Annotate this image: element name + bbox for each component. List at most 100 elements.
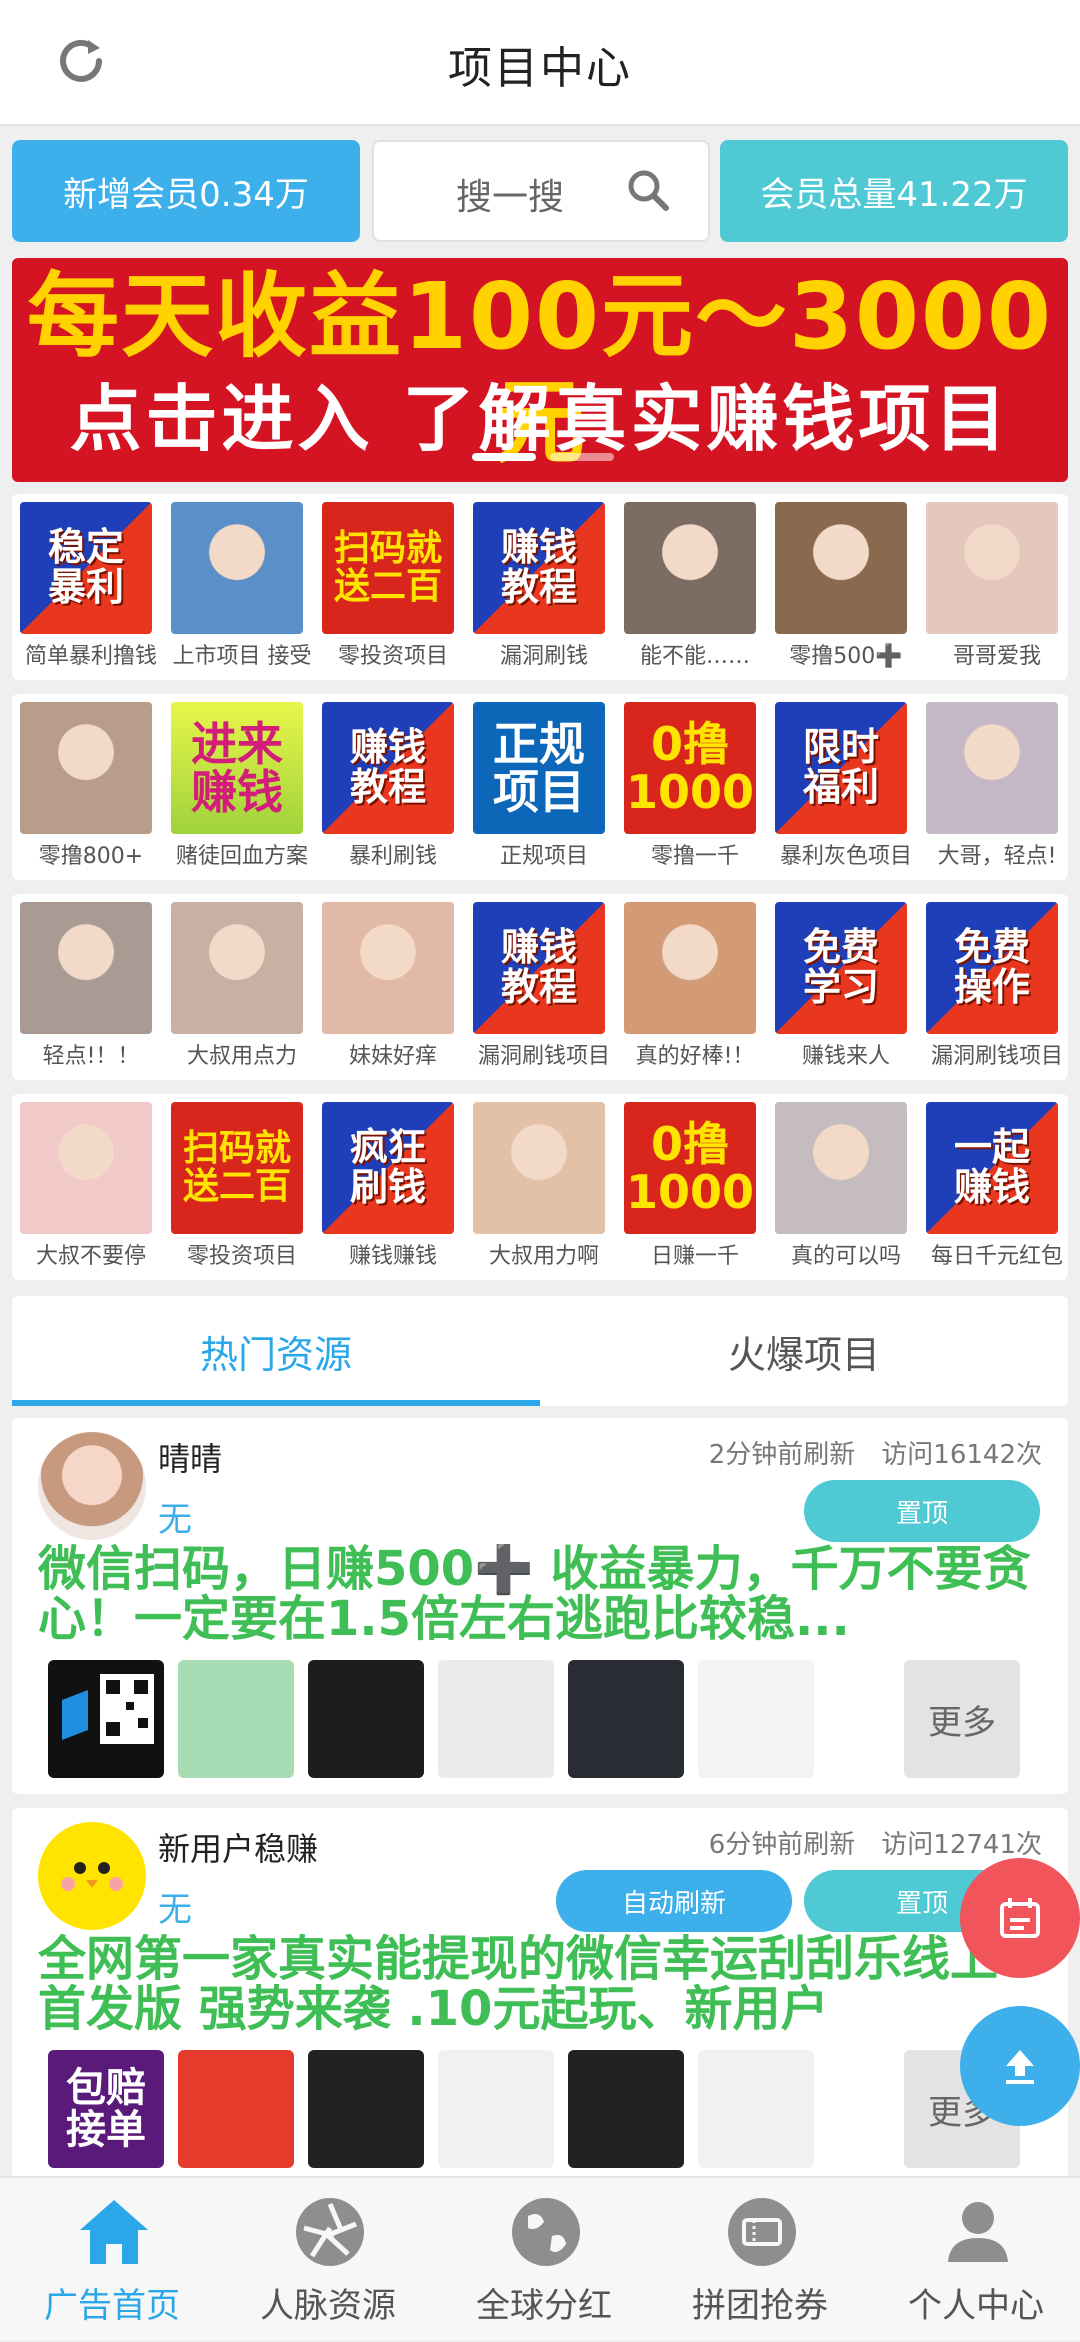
post-visits: 访问12741次 — [881, 1830, 1042, 1860]
grid-thumbnail — [926, 702, 1058, 834]
grid-label: 暴利刷钱 — [348, 844, 437, 869]
post-image[interactable] — [178, 1660, 294, 1778]
chick-icon — [61, 1862, 123, 1891]
tab-hot-projects[interactable]: 火爆项目 — [540, 1296, 1068, 1406]
ticket-icon — [728, 2198, 796, 2266]
grid-item[interactable]: 0撸 1000 零撸一千 — [624, 702, 760, 870]
grid-label: 大叔用力啊 — [488, 1244, 599, 1269]
grid-label: 上市项目 接受 — [172, 644, 312, 669]
grid-thumbnail — [171, 502, 303, 634]
post-subtitle: 无 — [158, 1500, 192, 1540]
upload-icon — [1006, 2050, 1034, 2084]
grid-item[interactable]: 赚钱 教程暴利刷钱 — [322, 702, 458, 870]
banner-dot — [550, 453, 614, 461]
grid-item[interactable]: 正规 项目 正规项目 — [473, 702, 609, 870]
avatar — [38, 1432, 146, 1540]
grid-row: 大叔不要停 扫码就 送二百 零投资项目 疯狂 刷钱 赚钱赚钱 大叔用力啊 0撸 1000 日赚… — [12, 1094, 1068, 1280]
grid-item[interactable]: 真的好棒!！ — [624, 902, 760, 1070]
post-card[interactable]: 新用户稳赚 无 6分钟前刷新 访问12741次 自动刷新 置顶 全网第一家真实能提… — [12, 1808, 1068, 2178]
post-image-text[interactable]: 包赔 接单 — [48, 2050, 164, 2168]
grid-item[interactable]: 疯狂 刷钱赚钱赚钱 — [322, 1102, 458, 1270]
nav-group-coupons[interactable]: 拼团抢券 — [652, 2178, 868, 2342]
post-image[interactable] — [438, 1660, 554, 1778]
grid-item[interactable]: 哥哥爱我 — [926, 502, 1062, 670]
grid-item[interactable]: 扫码就 送二百零投资项目 — [322, 502, 458, 670]
grid-item[interactable]: 稳定 暴利 简单暴利撸钱 — [20, 502, 157, 670]
home-icon — [80, 2200, 148, 2264]
grid-label: 赚钱赚钱 — [348, 1244, 437, 1269]
grid-item[interactable]: 赚钱 教程 漏洞刷钱 — [473, 502, 609, 670]
calendar-icon — [1000, 1898, 1040, 1938]
grid-item[interactable]: 大叔用点力 — [171, 902, 307, 1070]
bottom-nav: 广告首页 人脉资源 全球分红 拼团抢券 个人中心 — [0, 2176, 1080, 2340]
grid-thumbnail — [20, 1102, 152, 1234]
grid-item[interactable]: 大哥，轻点! — [926, 702, 1062, 870]
grid-thumbnail — [473, 1102, 605, 1234]
grid-item[interactable]: 轻点!！！ — [20, 902, 156, 1070]
grid-thumbnail — [322, 902, 454, 1034]
grid-item[interactable]: 0撸 1000 日赚一千 — [624, 1102, 760, 1270]
post-image[interactable] — [438, 2050, 554, 2168]
tab-hot-resources[interactable]: 热门资源 — [12, 1296, 540, 1406]
user-icon — [948, 2202, 1008, 2262]
scroll-top-fab[interactable] — [960, 2006, 1080, 2126]
grid-thumbnail: 赚钱 教程 — [322, 702, 454, 834]
total-members-button[interactable]: 会员总量41.22万 — [720, 140, 1068, 242]
grid-item[interactable]: 一起 赚钱 每日千元红包 — [926, 1102, 1063, 1270]
grid-thumbnail: 扫码就 送二百 — [322, 502, 454, 634]
grid-item[interactable]: 能不能…… — [624, 502, 760, 670]
qr-code-icon — [62, 1674, 154, 1744]
auto-refresh-button[interactable]: 自动刷新 — [556, 1870, 792, 1932]
grid-label: 零投资项目 — [337, 644, 448, 669]
grid-item[interactable]: 免费 操作漏洞刷钱项目 — [926, 902, 1063, 1070]
grid-label: 大叔用点力 — [186, 1044, 297, 1069]
grid-item[interactable]: 零撸500➕ — [775, 502, 911, 670]
post-image[interactable] — [308, 1660, 424, 1778]
grid-item[interactable]: 进来 赚钱 赌徒回血方案 — [171, 702, 308, 870]
post-image[interactable] — [568, 1660, 684, 1778]
nav-contacts[interactable]: 人脉资源 — [220, 2178, 436, 2342]
grid-label: 妹妹好痒 — [348, 1044, 437, 1069]
banner-indicator — [472, 446, 628, 465]
grid-label: 漏洞刷钱项目 — [477, 1044, 610, 1069]
calendar-fab[interactable] — [960, 1858, 1080, 1978]
post-text: 微信扫码，日赚500➕ 收益暴力，千万不要贪心！一定要在1.5倍左右逃跑比较稳.… — [38, 1544, 1031, 1644]
search-box[interactable]: 搜一搜 — [372, 140, 710, 242]
grid-thumbnail — [171, 902, 303, 1034]
grid-item[interactable]: 扫码就 送二百 零投资项目 — [171, 1102, 307, 1270]
grid-item[interactable]: 限时 福利 暴利灰色项目 — [775, 702, 912, 870]
pin-button[interactable]: 置顶 — [804, 1480, 1040, 1542]
grid-item[interactable]: 真的可以吗 — [775, 1102, 911, 1270]
grid-item[interactable]: 免费 学习 赚钱来人 — [775, 902, 911, 1070]
post-image[interactable] — [698, 2050, 814, 2168]
post-image[interactable] — [568, 2050, 684, 2168]
grid-item[interactable]: 大叔不要停 — [20, 1102, 156, 1270]
grid-item[interactable]: 零撸800+ — [20, 702, 156, 870]
grid-item[interactable]: 大叔用力啊 — [473, 1102, 609, 1270]
more-images-button[interactable]: 更多 — [904, 1660, 1020, 1778]
grid-label: 漏洞刷钱 — [499, 644, 588, 669]
post-card[interactable]: 晴晴 无 2分钟前刷新 访问16142次 置顶 微信扫码，日赚500➕ 收益暴力，… — [12, 1418, 1068, 1794]
qr-image[interactable] — [48, 1660, 164, 1778]
nav-dividends[interactable]: 全球分红 — [436, 2178, 652, 2342]
aperture-icon — [296, 2198, 364, 2266]
grid-thumbnail: 免费 操作 — [926, 902, 1058, 1034]
promo-banner[interactable]: 每天收益100元～3000元 点击进入 了解真实赚钱项目 — [12, 258, 1068, 482]
grid-item[interactable]: 上市项目 接受 — [171, 502, 312, 670]
grid-thumbnail: 疯狂 刷钱 — [322, 1102, 454, 1234]
grid-label: 轻点!！！ — [42, 1044, 140, 1069]
nav-home[interactable]: 广告首页 — [4, 2178, 220, 2342]
grid-item[interactable]: 妹妹好痒 — [322, 902, 458, 1070]
post-image[interactable] — [308, 2050, 424, 2168]
nav-profile[interactable]: 个人中心 — [868, 2178, 1080, 2342]
nav-label: 广告首页 — [44, 2286, 180, 2326]
post-meta: 2分钟前刷新 访问16142次 — [683, 1434, 1042, 1471]
post-image[interactable] — [698, 1660, 814, 1778]
avatar — [38, 1822, 146, 1930]
grid-item[interactable]: 赚钱 教程 漏洞刷钱项目 — [473, 902, 610, 1070]
grid-label: 漏洞刷钱项目 — [930, 1044, 1063, 1069]
grid-label: 简单暴利撸钱 — [24, 644, 157, 669]
new-members-button[interactable]: 新增会员0.34万 — [12, 140, 360, 242]
active-tab-indicator — [12, 1400, 540, 1406]
post-image[interactable] — [178, 2050, 294, 2168]
